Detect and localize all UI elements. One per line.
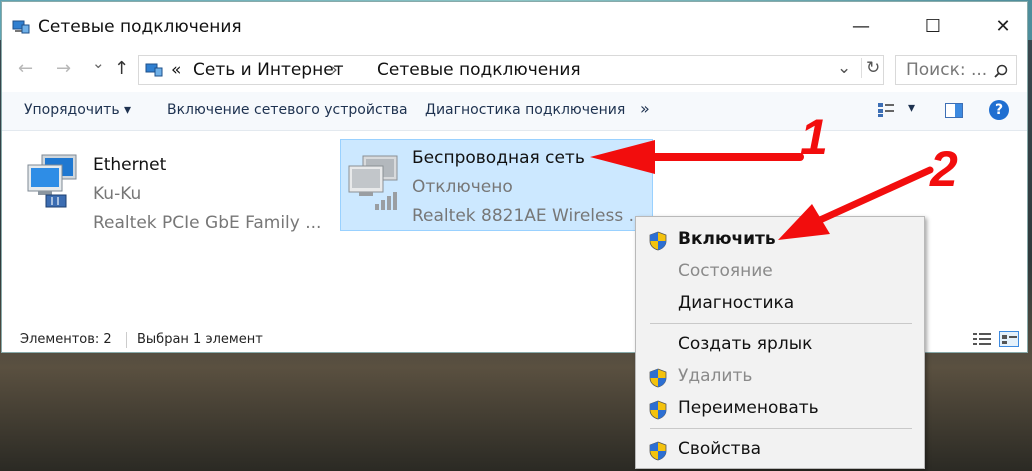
annotation-number-2: 2 (930, 141, 958, 197)
annotation-arrow-2 (778, 166, 934, 240)
annotation-arrows (590, 140, 934, 240)
annotation-number-1: 1 (800, 109, 828, 165)
annotation-arrow-1 (590, 140, 804, 174)
